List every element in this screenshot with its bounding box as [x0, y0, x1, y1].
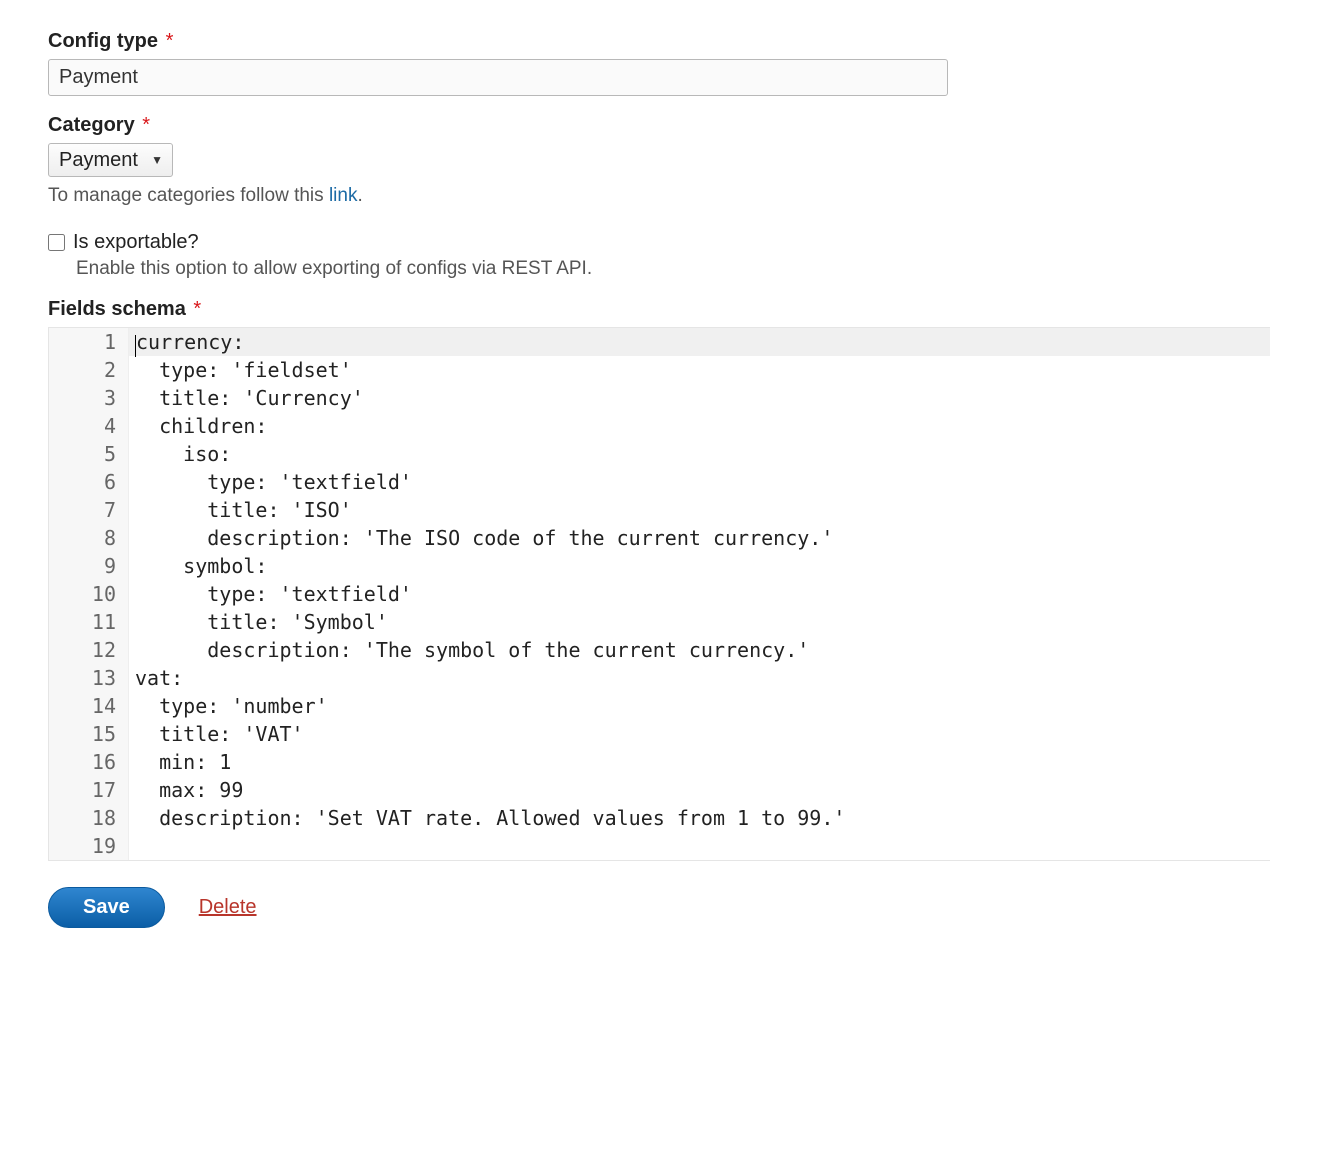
- line-number: 19: [49, 832, 129, 860]
- code-text: description: 'Set VAT rate. Allowed valu…: [129, 804, 1270, 832]
- code-text: type: 'textfield': [129, 580, 1270, 608]
- delete-link[interactable]: Delete: [199, 896, 257, 919]
- config-type-label-text: Config type: [48, 30, 158, 52]
- code-text: description: 'The symbol of the current …: [129, 636, 1270, 664]
- line-number: 12: [49, 636, 129, 664]
- line-number: 1: [49, 328, 129, 356]
- code-text: title: 'VAT': [129, 720, 1270, 748]
- schema-label: Fields schema *: [48, 298, 1270, 321]
- exportable-checkbox[interactable]: [48, 234, 65, 251]
- category-help-text: To manage categories follow this link.: [48, 185, 1270, 207]
- code-line[interactable]: 2 type: 'fieldset': [49, 356, 1270, 384]
- code-line[interactable]: 1currency:: [49, 328, 1270, 356]
- code-text: vat:: [129, 664, 1270, 692]
- schema-label-text: Fields schema: [48, 298, 186, 320]
- schema-code-editor[interactable]: 1currency:2 type: 'fieldset'3 title: 'Cu…: [48, 327, 1270, 861]
- line-number: 16: [49, 748, 129, 776]
- code-text: title: 'ISO': [129, 496, 1270, 524]
- line-number: 17: [49, 776, 129, 804]
- code-text: description: 'The ISO code of the curren…: [129, 524, 1270, 552]
- code-text: type: 'textfield': [129, 468, 1270, 496]
- code-line[interactable]: 12 description: 'The symbol of the curre…: [49, 636, 1270, 664]
- code-line[interactable]: 3 title: 'Currency': [49, 384, 1270, 412]
- exportable-label[interactable]: Is exportable?: [73, 231, 199, 254]
- code-text: max: 99: [129, 776, 1270, 804]
- code-line[interactable]: 10 type: 'textfield': [49, 580, 1270, 608]
- code-line[interactable]: 7 title: 'ISO': [49, 496, 1270, 524]
- text-cursor: [135, 335, 136, 357]
- code-line[interactable]: 4 children:: [49, 412, 1270, 440]
- line-number: 2: [49, 356, 129, 384]
- code-text: title: 'Currency': [129, 384, 1270, 412]
- code-line[interactable]: 19: [49, 832, 1270, 860]
- code-text: [129, 832, 1270, 860]
- code-line[interactable]: 6 type: 'textfield': [49, 468, 1270, 496]
- code-line[interactable]: 13vat:: [49, 664, 1270, 692]
- code-line[interactable]: 8 description: 'The ISO code of the curr…: [49, 524, 1270, 552]
- category-label-text: Category: [48, 114, 135, 136]
- line-number: 8: [49, 524, 129, 552]
- config-type-input[interactable]: [48, 59, 948, 96]
- save-button[interactable]: Save: [48, 887, 165, 928]
- code-text: children:: [129, 412, 1270, 440]
- code-text: iso:: [129, 440, 1270, 468]
- category-select[interactable]: Payment: [48, 143, 173, 177]
- line-number: 10: [49, 580, 129, 608]
- line-number: 13: [49, 664, 129, 692]
- line-number: 3: [49, 384, 129, 412]
- code-text: title: 'Symbol': [129, 608, 1270, 636]
- code-text: type: 'fieldset': [129, 356, 1270, 384]
- line-number: 9: [49, 552, 129, 580]
- required-marker: *: [142, 114, 150, 136]
- category-manage-link[interactable]: link: [329, 185, 358, 206]
- category-help-prefix: To manage categories follow this: [48, 185, 329, 206]
- code-line[interactable]: 11 title: 'Symbol': [49, 608, 1270, 636]
- required-marker: *: [193, 298, 201, 320]
- code-text: currency:: [129, 328, 1270, 356]
- code-text: type: 'number': [129, 692, 1270, 720]
- line-number: 18: [49, 804, 129, 832]
- config-type-label: Config type *: [48, 30, 1270, 53]
- code-line[interactable]: 18 description: 'Set VAT rate. Allowed v…: [49, 804, 1270, 832]
- code-line[interactable]: 17 max: 99: [49, 776, 1270, 804]
- code-line[interactable]: 14 type: 'number': [49, 692, 1270, 720]
- code-line[interactable]: 5 iso:: [49, 440, 1270, 468]
- code-text: symbol:: [129, 552, 1270, 580]
- line-number: 7: [49, 496, 129, 524]
- line-number: 4: [49, 412, 129, 440]
- line-number: 6: [49, 468, 129, 496]
- code-line[interactable]: 9 symbol:: [49, 552, 1270, 580]
- category-label: Category *: [48, 114, 1270, 137]
- code-text: min: 1: [129, 748, 1270, 776]
- line-number: 11: [49, 608, 129, 636]
- required-marker: *: [166, 30, 174, 52]
- line-number: 15: [49, 720, 129, 748]
- exportable-description: Enable this option to allow exporting of…: [76, 258, 1270, 280]
- line-number: 14: [49, 692, 129, 720]
- code-line[interactable]: 16 min: 1: [49, 748, 1270, 776]
- category-help-suffix: .: [357, 185, 362, 206]
- code-line[interactable]: 15 title: 'VAT': [49, 720, 1270, 748]
- line-number: 5: [49, 440, 129, 468]
